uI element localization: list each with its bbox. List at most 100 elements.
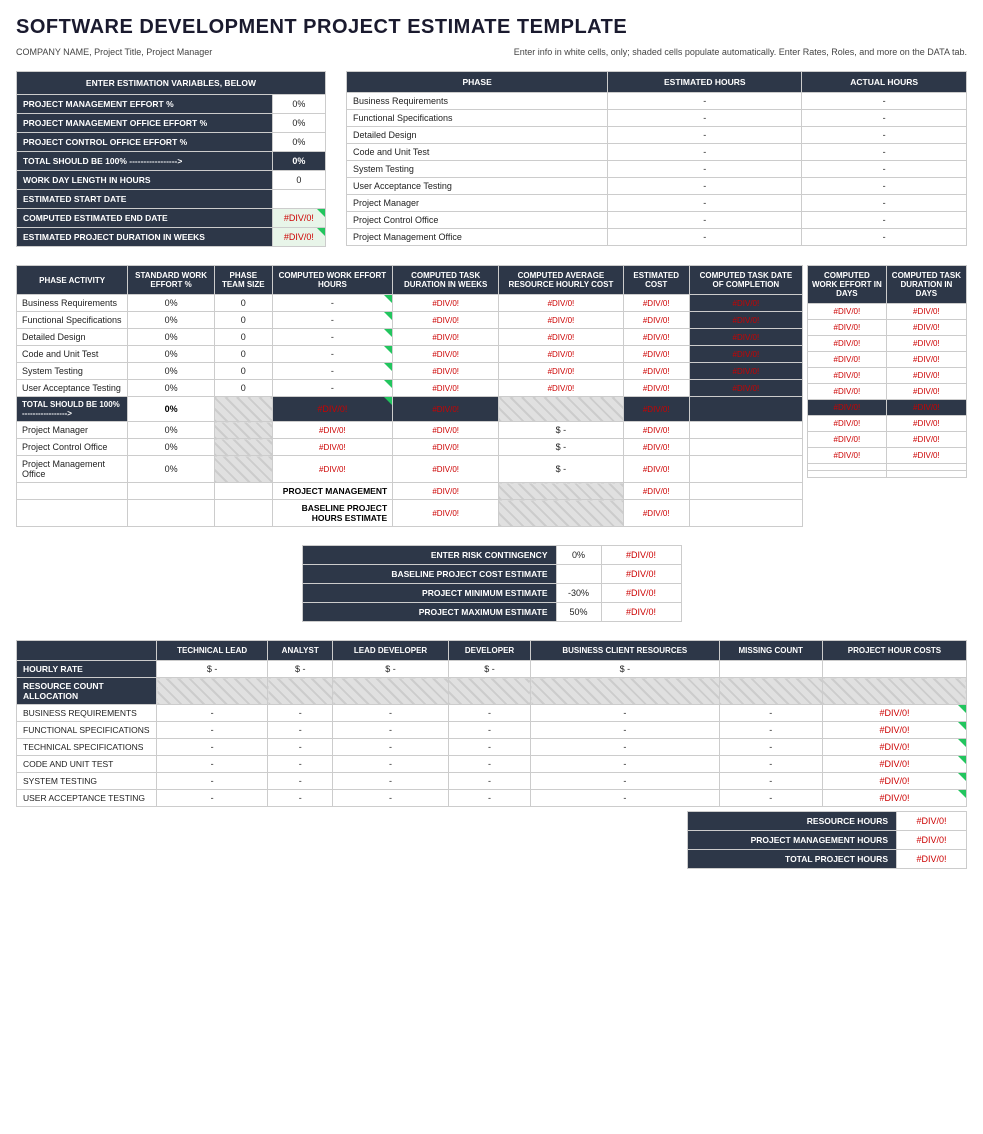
resource-value-cell[interactable]: - — [531, 722, 719, 739]
resource-cell[interactable] — [333, 678, 449, 705]
resource-cell[interactable] — [448, 678, 530, 705]
resource-value-cell[interactable]: - — [448, 705, 530, 722]
activity-table: PHASE ACTIVITYSTANDARD WORK EFFORT %PHAS… — [16, 265, 803, 527]
est-var-value[interactable] — [272, 190, 325, 209]
resource-value-cell[interactable]: - — [531, 773, 719, 790]
resource-phc-cell: #DIV/0! — [822, 790, 966, 807]
est-var-label: WORK DAY LENGTH IN HOURS — [17, 171, 273, 190]
mgmt-row: Project Manager0%#DIV/0!#DIV/0!$ -#DIV/0… — [17, 422, 803, 439]
resource-value-cell[interactable]: - — [157, 773, 268, 790]
est-var-value[interactable]: #DIV/0! — [272, 209, 325, 228]
est-var-value[interactable]: 0 — [272, 171, 325, 190]
resource-value-cell[interactable]: - — [448, 756, 530, 773]
phase-hours-table: PHASEESTIMATED HOURSACTUAL HOURS Busines… — [346, 71, 967, 246]
est-var-value[interactable]: 0% — [272, 133, 325, 152]
phase-est-hours[interactable]: - — [608, 93, 802, 110]
resource-cell[interactable]: $ - — [268, 661, 333, 678]
phase-est-hours[interactable]: - — [608, 127, 802, 144]
risk-cost-row: PROJECT MAXIMUM ESTIMATE50%#DIV/0! — [302, 603, 681, 622]
resource-value-cell[interactable]: - — [268, 756, 333, 773]
phase-act-hours[interactable]: - — [802, 195, 967, 212]
resource-col-header: BUSINESS CLIENT RESOURCES — [531, 641, 719, 661]
phase-act-hours[interactable]: - — [802, 178, 967, 195]
phase-est-hours[interactable]: - — [608, 144, 802, 161]
resource-value-cell[interactable]: - — [531, 705, 719, 722]
risk-pct[interactable]: 50% — [556, 603, 601, 622]
phase-act-hours[interactable]: - — [802, 127, 967, 144]
subtitle-right: Enter info in white cells, only; shaded … — [514, 47, 967, 57]
phase-est-hours[interactable]: - — [608, 110, 802, 127]
resource-value-cell[interactable]: - — [531, 790, 719, 807]
resource-cell[interactable] — [531, 678, 719, 705]
resource-value-cell[interactable]: - — [448, 739, 530, 756]
computed-value: #DIV/0! — [499, 346, 623, 363]
resource-value-cell[interactable]: - — [333, 739, 449, 756]
resource-col-header: ANALYST — [268, 641, 333, 661]
section1: ENTER ESTIMATION VARIABLES, BELOW PROJEC… — [16, 71, 967, 247]
resource-value-cell[interactable]: - — [268, 773, 333, 790]
resource-value-cell[interactable]: - — [157, 739, 268, 756]
page-title: SOFTWARE DEVELOPMENT PROJECT ESTIMATE TE… — [16, 16, 967, 39]
risk-pct[interactable]: 0% — [556, 546, 601, 565]
resource-value-cell[interactable]: - — [157, 756, 268, 773]
phase-name: Project Manager — [347, 195, 608, 212]
cell — [689, 439, 802, 456]
resource-value-cell[interactable]: - — [333, 773, 449, 790]
resource-value-cell[interactable]: - — [268, 790, 333, 807]
phase-act-hours[interactable]: - — [802, 110, 967, 127]
risk-label: ENTER RISK CONTINGENCY — [302, 546, 556, 565]
resource-value-cell[interactable]: - — [448, 773, 530, 790]
resource-phc-cell: #DIV/0! — [822, 773, 966, 790]
resource-cell[interactable]: $ - — [333, 661, 449, 678]
est-var-value[interactable]: 0% — [272, 95, 325, 114]
cell: BASELINE PROJECT HOURS ESTIMATE — [272, 500, 393, 527]
cell — [17, 500, 128, 527]
phase-est-hours[interactable]: - — [608, 178, 802, 195]
est-var-value[interactable]: 0% — [272, 152, 325, 171]
computed-value: #DIV/0! — [499, 363, 623, 380]
right-mgmt-row: #DIV/0!#DIV/0! — [808, 448, 967, 464]
resource-value-cell[interactable]: - — [157, 722, 268, 739]
phase-act-hours[interactable]: - — [802, 229, 967, 246]
computed-value: #DIV/0! — [689, 363, 802, 380]
cell: 0% — [128, 422, 215, 439]
resource-value-cell[interactable]: - — [157, 790, 268, 807]
resource-value-cell[interactable]: - — [448, 790, 530, 807]
risk-pct[interactable] — [556, 565, 601, 584]
est-var-value[interactable]: #DIV/0! — [272, 228, 325, 247]
resource-value-cell[interactable]: - — [268, 722, 333, 739]
resource-value-cell[interactable]: - — [268, 705, 333, 722]
phase-act-hours[interactable]: - — [802, 161, 967, 178]
resource-value-cell[interactable]: - — [531, 756, 719, 773]
cell: 0 — [214, 380, 272, 397]
est-var-value[interactable]: 0% — [272, 114, 325, 133]
phase-est-hours[interactable]: - — [608, 212, 802, 229]
phase-est-hours[interactable]: - — [608, 229, 802, 246]
risk-pct[interactable]: -30% — [556, 584, 601, 603]
phase-act-hours[interactable]: - — [802, 144, 967, 161]
resource-cell[interactable] — [157, 678, 268, 705]
right-row: #DIV/0!#DIV/0! — [808, 304, 967, 320]
resource-cell[interactable]: $ - — [157, 661, 268, 678]
computed-value: #DIV/0! — [393, 439, 499, 456]
phase-est-hours[interactable]: - — [608, 161, 802, 178]
resource-value-cell[interactable]: - — [333, 722, 449, 739]
hatched-cell — [214, 397, 272, 422]
cell: User Acceptance Testing — [17, 380, 128, 397]
resource-value-cell[interactable]: - — [333, 705, 449, 722]
computed-value: #DIV/0! — [623, 456, 689, 483]
computed-value: #DIV/0! — [393, 483, 499, 500]
phase-act-hours[interactable]: - — [802, 93, 967, 110]
resource-cell[interactable] — [268, 678, 333, 705]
resource-cell[interactable]: $ - — [531, 661, 719, 678]
resource-value-cell[interactable]: - — [333, 790, 449, 807]
phase-act-hours[interactable]: - — [802, 212, 967, 229]
phase-est-hours[interactable]: - — [608, 195, 802, 212]
resource-value-cell[interactable]: - — [333, 756, 449, 773]
resource-value-cell[interactable]: - — [157, 705, 268, 722]
phase-name: Business Requirements — [347, 93, 608, 110]
resource-cell[interactable]: $ - — [448, 661, 530, 678]
resource-value-cell[interactable]: - — [268, 739, 333, 756]
resource-value-cell[interactable]: - — [531, 739, 719, 756]
resource-value-cell[interactable]: - — [448, 722, 530, 739]
